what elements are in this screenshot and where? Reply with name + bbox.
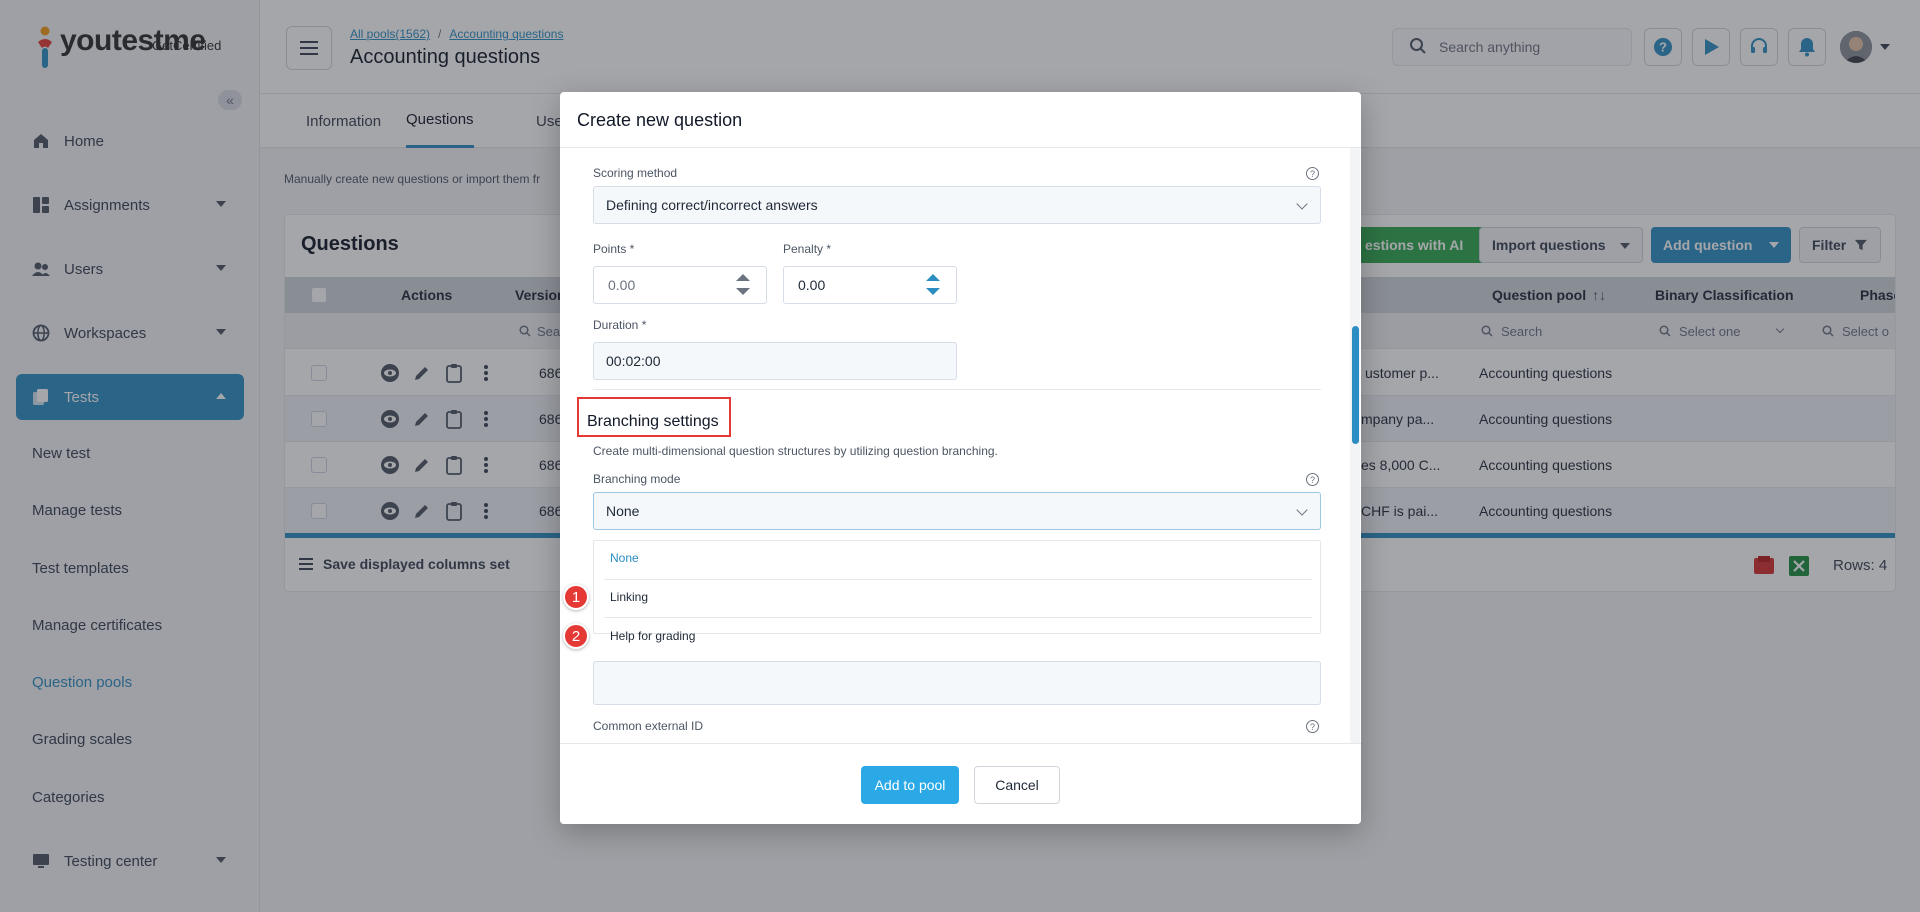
branching-mode-label: Branching mode (593, 472, 681, 486)
branching-mode-select[interactable]: None (593, 492, 1321, 530)
dropdown-divider (604, 579, 1312, 580)
chevron-down-icon (1296, 198, 1308, 210)
duration-label: Duration * (593, 318, 647, 332)
help-icon[interactable]: ? (1306, 167, 1319, 180)
penalty-stepper-icon[interactable] (926, 274, 940, 298)
cancel-button[interactable]: Cancel (974, 766, 1060, 804)
dropdown-option-help-for-grading[interactable]: Help for grading (610, 629, 695, 643)
penalty-label: Penalty * (783, 242, 832, 256)
dropdown-option-linking[interactable]: Linking (610, 590, 648, 604)
help-icon[interactable]: ? (1306, 473, 1319, 486)
create-question-modal: Create new question Scoring method ? Def… (560, 92, 1361, 824)
branching-mode-value: None (606, 503, 640, 519)
points-value: 0.00 (608, 277, 636, 293)
branching-settings-description: Create multi-dimensional question struct… (593, 444, 998, 458)
modal-footer: Add to pool Cancel (560, 743, 1361, 824)
section-divider (593, 389, 1321, 390)
modal-scrollbar-thumb[interactable] (1352, 326, 1359, 444)
scoring-method-label: Scoring method (593, 166, 678, 180)
branching-mode-dropdown: None Linking Help for grading (593, 540, 1321, 643)
scoring-method-value: Defining correct/incorrect answers (606, 197, 818, 213)
step-badge-1: 1 (563, 584, 589, 610)
step-badge-2: 2 (563, 623, 589, 649)
modal-scrollbar[interactable] (1350, 148, 1360, 743)
branching-settings-title: Branching settings (577, 397, 731, 437)
modal-header: Create new question (560, 92, 1361, 148)
common-external-id-label: Common external ID (593, 719, 704, 733)
points-label: Points * (593, 242, 635, 256)
duration-input[interactable]: 00:02:00 (593, 342, 957, 380)
modal-title: Create new question (577, 110, 743, 130)
scoring-method-select[interactable]: Defining correct/incorrect answers (593, 186, 1321, 224)
points-input[interactable]: 0.00 (593, 266, 767, 304)
help-icon[interactable]: ? (1306, 720, 1319, 733)
chevron-down-icon (1296, 504, 1308, 516)
points-stepper-icon[interactable] (736, 274, 750, 298)
dropdown-option-none[interactable]: None (610, 551, 639, 565)
penalty-input[interactable]: 0.00 (783, 266, 957, 304)
empty-text-field[interactable] (593, 661, 1321, 705)
penalty-value: 0.00 (798, 277, 826, 293)
modal-body: Scoring method ? Defining correct/incorr… (560, 148, 1361, 743)
add-to-pool-button[interactable]: Add to pool (861, 766, 959, 804)
duration-value: 00:02:00 (606, 353, 661, 369)
dropdown-divider (604, 617, 1312, 618)
